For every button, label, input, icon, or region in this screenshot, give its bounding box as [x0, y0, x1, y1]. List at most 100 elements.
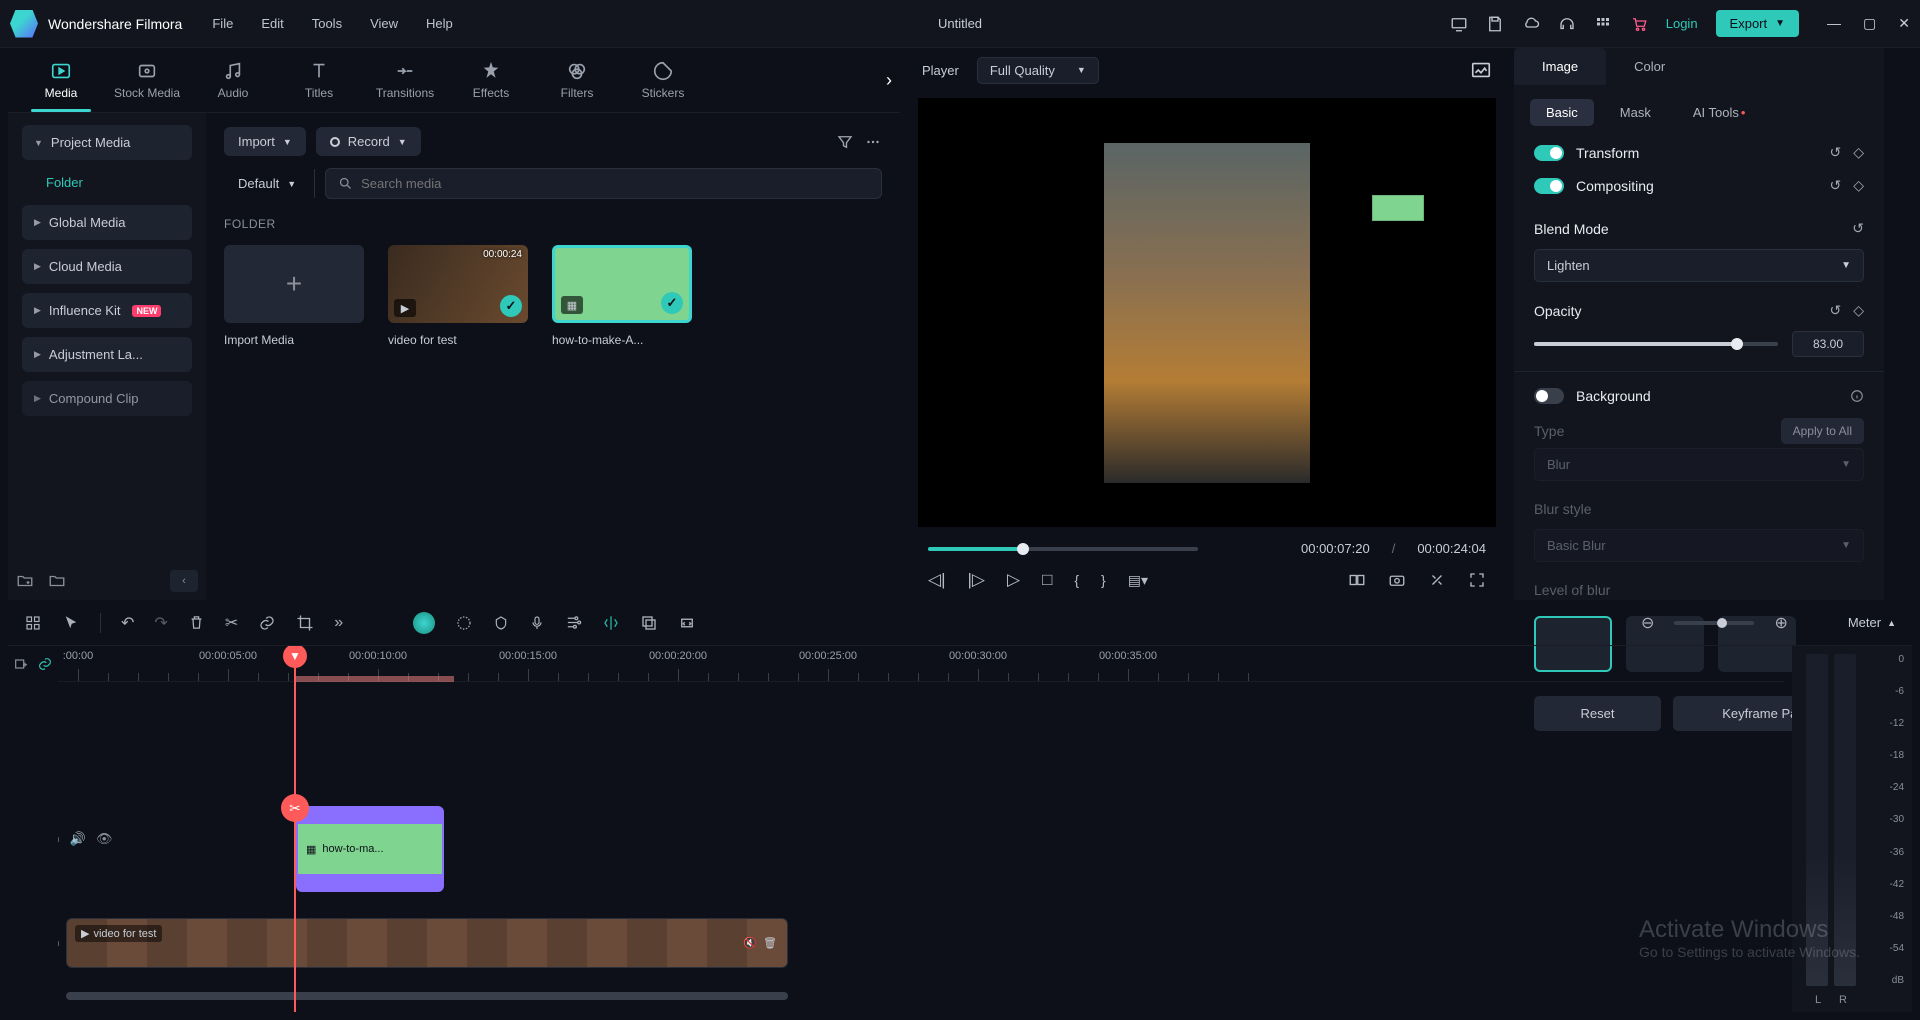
seek-slider[interactable] — [928, 547, 1198, 551]
folder-icon[interactable] — [48, 572, 66, 590]
tab-filters[interactable]: Filters — [534, 60, 620, 100]
sidebar-item-project-media[interactable]: ▼ Project Media — [22, 125, 192, 160]
window-maximize[interactable]: ▢ — [1863, 15, 1876, 32]
track-mute-icon[interactable]: 🔊 — [70, 831, 86, 847]
cut-icon[interactable]: ✂ — [225, 613, 238, 633]
export-button[interactable]: Export ▼ — [1716, 10, 1799, 37]
more-icon[interactable] — [864, 133, 882, 151]
zoom-slider[interactable] — [1674, 621, 1754, 625]
grid-icon[interactable] — [24, 614, 42, 632]
link-icon[interactable] — [258, 614, 276, 632]
menu-edit[interactable]: Edit — [261, 16, 283, 31]
collapse-sidebar-button[interactable]: ‹ — [170, 570, 198, 592]
undo-button[interactable]: ↶ — [121, 613, 134, 633]
compare-icon[interactable] — [1348, 571, 1366, 589]
tab-audio[interactable]: Audio — [190, 60, 276, 100]
apply-to-all-button[interactable]: Apply to All — [1781, 418, 1864, 444]
tab-image[interactable]: Image — [1514, 48, 1606, 85]
duplicate-icon[interactable] — [640, 614, 658, 632]
next-frame-button[interactable]: |▷ — [968, 570, 986, 590]
tab-media[interactable]: Media — [18, 60, 104, 100]
display-icon[interactable] — [1450, 15, 1468, 33]
playhead-cut-icon[interactable]: ✂ — [281, 794, 309, 822]
pointer-icon[interactable] — [62, 614, 80, 632]
media-thumb-image[interactable]: ▦ ✓ — [552, 245, 692, 323]
blend-mode-dropdown[interactable]: Lighten ▼ — [1534, 249, 1864, 282]
opacity-slider[interactable] — [1534, 342, 1778, 346]
menu-file[interactable]: File — [212, 16, 233, 31]
reset-icon[interactable]: ↺ — [1829, 302, 1841, 319]
sidebar-item-adjustment-layer[interactable]: ▶ Adjustment La... — [22, 337, 192, 372]
sidebar-item-global-media[interactable]: ▶ Global Media — [22, 205, 192, 240]
clip-mute-icon[interactable]: 🔇 — [743, 937, 757, 950]
reset-icon[interactable]: ↺ — [1852, 220, 1864, 237]
clip-scroll-handle[interactable] — [66, 992, 788, 1000]
reset-icon[interactable]: ↺ — [1829, 177, 1841, 194]
redo-button[interactable]: ↷ — [154, 613, 167, 633]
render-icon[interactable] — [1428, 571, 1446, 589]
background-type-dropdown[interactable]: Blur ▼ — [1534, 448, 1864, 481]
tab-stock-media[interactable]: Stock Media — [104, 60, 190, 100]
background-toggle[interactable] — [1534, 388, 1564, 404]
keyframe-icon[interactable]: ◇ — [1853, 302, 1864, 319]
zoom-in-button[interactable]: ⊕ — [1774, 613, 1787, 633]
clip-delete-icon[interactable]: 🗑 — [763, 937, 777, 950]
delete-icon[interactable] — [188, 614, 205, 631]
opacity-value[interactable]: 83.00 — [1792, 331, 1864, 357]
preview-viewport[interactable] — [918, 98, 1496, 527]
subtab-basic[interactable]: Basic — [1530, 99, 1594, 126]
sidebar-item-folder[interactable]: Folder — [16, 165, 198, 200]
sidebar-item-cloud-media[interactable]: ▶ Cloud Media — [22, 249, 192, 284]
enhance-icon[interactable] — [455, 614, 473, 632]
mic-icon[interactable] — [529, 615, 545, 631]
blur-style-dropdown[interactable]: Basic Blur ▼ — [1534, 529, 1864, 562]
tab-titles[interactable]: Titles — [276, 60, 362, 100]
meter-button[interactable]: Meter ▲ — [1848, 615, 1896, 630]
media-thumb-video[interactable]: 00:00:24 ▶ ✓ — [388, 245, 528, 323]
mark-in-button[interactable]: { — [1074, 572, 1079, 588]
overlay-clip-box[interactable] — [1372, 195, 1424, 221]
window-minimize[interactable]: — — [1827, 15, 1841, 32]
tab-transitions[interactable]: Transitions — [362, 60, 448, 100]
import-media-button[interactable]: + — [224, 245, 364, 323]
prev-frame-button[interactable]: ◁| — [928, 570, 946, 590]
sidebar-item-compound-clip[interactable]: ▶ Compound Clip — [22, 381, 192, 416]
playhead[interactable]: ▼ ✂ — [294, 646, 296, 1012]
reset-icon[interactable]: ↺ — [1829, 144, 1841, 161]
resize-icon[interactable] — [678, 614, 696, 632]
quality-dropdown[interactable]: Full Quality ▼ — [977, 57, 1099, 84]
crop-icon[interactable] — [296, 614, 314, 632]
transform-toggle[interactable] — [1534, 145, 1564, 161]
tab-stickers[interactable]: Stickers — [620, 60, 706, 100]
cloud-icon[interactable] — [1522, 15, 1540, 33]
snapshot-icon[interactable] — [1388, 571, 1406, 589]
keyframe-icon[interactable]: ◇ — [1853, 144, 1864, 161]
search-input[interactable] — [361, 176, 869, 191]
play-button[interactable]: ▷ — [1007, 570, 1020, 590]
tab-color[interactable]: Color — [1606, 48, 1693, 85]
apps-icon[interactable] — [1594, 15, 1612, 33]
info-icon[interactable] — [1850, 389, 1864, 403]
timeline-clip-image[interactable]: ▦ how-to-ma... — [296, 806, 444, 892]
more-tools-icon[interactable]: » — [334, 614, 343, 632]
new-folder-icon[interactable] — [16, 572, 34, 590]
timeline-clip-video[interactable]: ▶ video for test 🔇 🗑 — [66, 918, 788, 968]
import-dropdown[interactable]: Import ▼ — [224, 127, 306, 156]
audio-mixer-icon[interactable] — [565, 614, 582, 631]
headset-icon[interactable] — [1558, 15, 1576, 33]
menu-help[interactable]: Help — [426, 16, 453, 31]
marker-icon[interactable] — [493, 615, 509, 631]
stop-button[interactable]: □ — [1042, 570, 1052, 590]
mark-out-button[interactable]: } — [1101, 572, 1106, 588]
save-icon[interactable] — [1486, 15, 1504, 33]
ai-tool-button[interactable] — [413, 612, 435, 634]
menu-tools[interactable]: Tools — [312, 16, 342, 31]
menu-view[interactable]: View — [370, 16, 398, 31]
add-track-icon[interactable] — [13, 656, 29, 672]
cart-icon[interactable] — [1630, 15, 1648, 33]
window-close[interactable]: ✕ — [1898, 15, 1910, 32]
link-track-icon[interactable] — [37, 656, 53, 672]
tab-effects[interactable]: Effects — [448, 60, 534, 100]
sidebar-item-influence-kit[interactable]: ▶ Influence Kit NEW — [22, 293, 192, 328]
categories-next-icon[interactable]: › — [886, 70, 892, 91]
